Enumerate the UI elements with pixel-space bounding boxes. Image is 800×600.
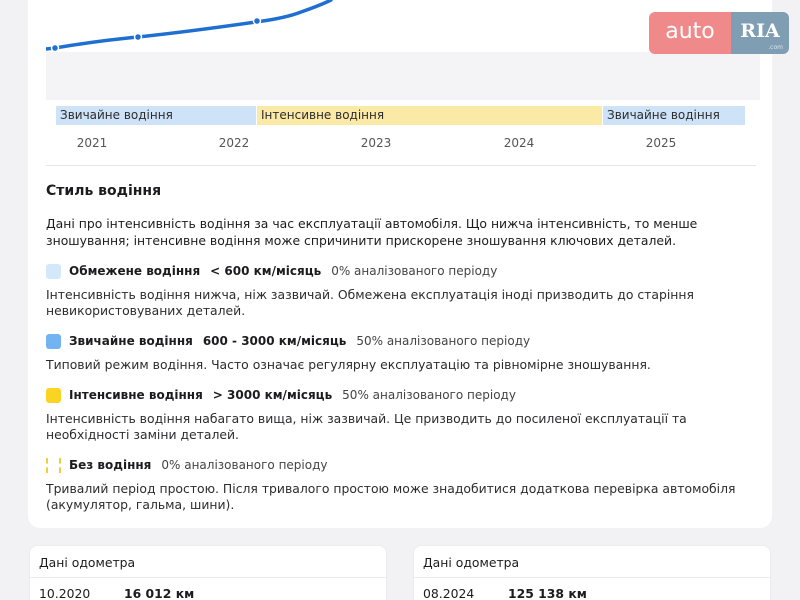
x-tick-label: 2022: [218, 136, 250, 150]
driving-style-intro: Дані про інтенсивність водіння за час ек…: [46, 216, 698, 248]
style-range: > 3000 км/місяць: [212, 388, 333, 402]
style-share: 50% аналізованого періоду: [342, 388, 516, 402]
style-description: Тривалий період простою. Після тривалого…: [46, 481, 736, 512]
style-name: Інтенсивне водіння: [69, 388, 203, 402]
logo-domain: .com: [768, 44, 783, 51]
logo-ria-word: RIA: [740, 20, 780, 42]
logo-auto-text: auto: [649, 12, 731, 54]
chart-plot-background: [46, 52, 760, 100]
chart-point[interactable]: [252, 16, 262, 26]
autoria-logo: auto RIA .com: [649, 12, 789, 54]
intense-swatch-icon: [46, 387, 61, 403]
odometer-card: Дані одометра 08.2024 125 138 км: [413, 545, 771, 600]
odometer-card: Дані одометра 10.2020 16 012 км: [29, 545, 387, 600]
x-tick-label: 2023: [360, 136, 392, 150]
style-share: 50% аналізованого періоду: [356, 334, 531, 348]
odometer-divider: [414, 577, 770, 578]
odometer-date: 10.2020: [39, 586, 91, 600]
logo-ria-text: RIA .com: [731, 12, 789, 54]
x-tick-label: 2025: [645, 136, 677, 150]
limited-swatch-icon: [46, 263, 61, 279]
odometer-title: Дані одометра: [39, 555, 136, 570]
odometer-date: 08.2024: [423, 586, 475, 600]
odometer-divider: [30, 577, 386, 578]
style-idle: Без водіння 0% аналізованого періоду: [46, 456, 328, 474]
normal-swatch-icon: [46, 333, 61, 349]
style-share: 0% аналізованого періоду: [331, 264, 498, 278]
x-tick-label: 2021: [76, 136, 108, 150]
mileage-line: [46, 0, 333, 51]
style-name: Обмежене водіння: [69, 264, 201, 278]
idle-swatch-icon: [46, 457, 61, 473]
style-description: Типовий режим водіння. Часто означає рег…: [46, 357, 651, 372]
style-description: Інтенсивність водіння набагато вища, ніж…: [46, 411, 687, 442]
style-share: 0% аналізованого періоду: [161, 458, 328, 472]
style-normal: Звичайне водіння 600 - 3000 км/місяць 50…: [46, 332, 530, 350]
style-description: Інтенсивність водіння нижча, ніж зазвича…: [46, 287, 694, 318]
style-name: Звичайне водіння: [69, 334, 193, 348]
section-divider: [46, 165, 756, 166]
odometer-value: 16 012 км: [124, 586, 195, 600]
x-tick-label: 2024: [503, 136, 535, 150]
driving-style-title: Стиль водіння: [46, 183, 162, 199]
chart-band-intense: Інтенсивне водіння: [257, 106, 602, 125]
chart-point[interactable]: [50, 43, 60, 53]
style-intense: Інтенсивне водіння > 3000 км/місяць 50% …: [46, 386, 516, 404]
chart-point[interactable]: [133, 32, 143, 42]
style-range: < 600 км/місяць: [210, 264, 322, 278]
chart-band-normal: Звичайне водіння: [56, 106, 256, 125]
odometer-title: Дані одометра: [423, 555, 520, 570]
style-limited: Обмежене водіння < 600 км/місяць 0% анал…: [46, 262, 497, 280]
style-range: 600 - 3000 км/місяць: [202, 334, 347, 348]
odometer-value: 125 138 км: [508, 586, 587, 600]
style-name: Без водіння: [69, 458, 152, 472]
chart-band-normal: Звичайне водіння: [603, 106, 745, 125]
